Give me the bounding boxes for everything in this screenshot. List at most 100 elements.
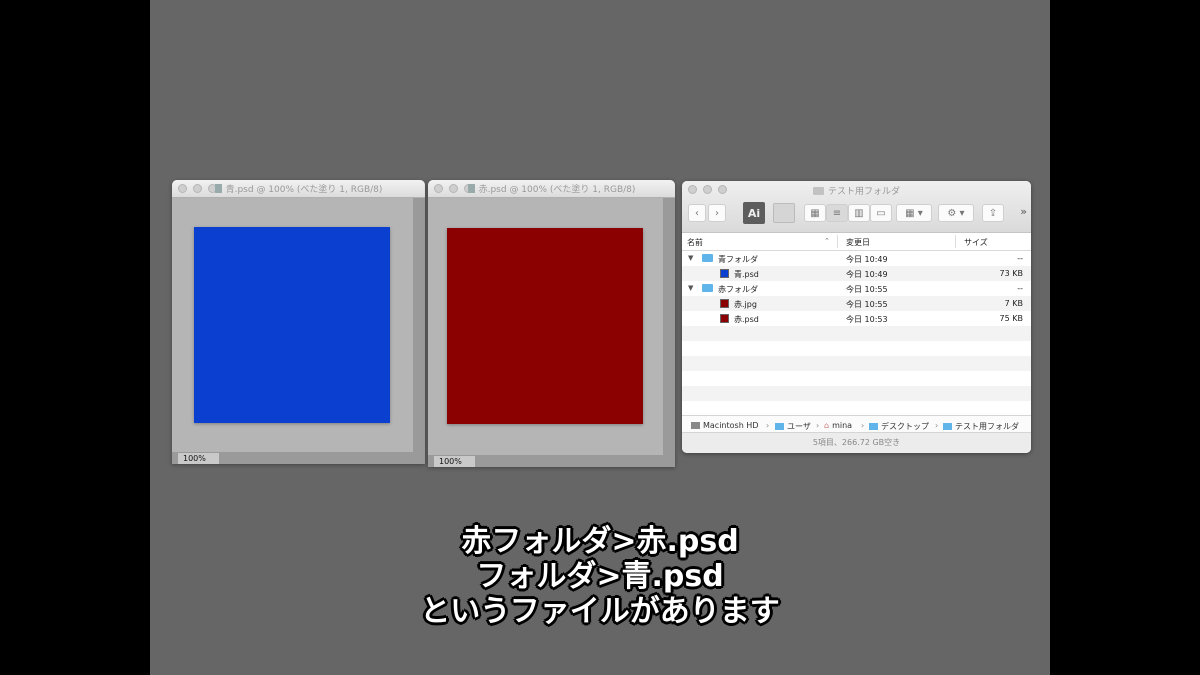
- group-button[interactable]: ▦ ▾: [896, 204, 932, 222]
- hard-drive-icon: [691, 422, 700, 429]
- document-icon: [214, 184, 222, 193]
- columns-icon: ▥: [854, 207, 864, 219]
- finder-toolbar: テスト用フォルダ ‹ › Ai ▦ ≡ ▥ ▭ ▦ ▾ ⚙ ▾ ⇪ »: [682, 181, 1031, 233]
- list-item[interactable]: 青.psd 今日 10:49 73 KB: [682, 266, 1031, 281]
- path-separator-icon: ›: [816, 421, 820, 430]
- item-size: --: [1017, 284, 1023, 293]
- list-item[interactable]: ▼ 青フォルダ 今日 10:49 --: [682, 251, 1031, 266]
- folder-icon: [943, 423, 952, 430]
- action-button[interactable]: ⚙ ▾: [938, 204, 974, 222]
- subtitle-line-3: というファイルがあります: [420, 594, 780, 629]
- folder-icon: [775, 423, 784, 430]
- item-modified: 今日 10:53: [846, 315, 888, 324]
- empty-row: [682, 326, 1031, 341]
- disclosure-triangle-icon[interactable]: ▼: [688, 254, 693, 262]
- group-icon: ▦ ▾: [905, 207, 923, 219]
- item-modified: 今日 10:49: [846, 255, 888, 264]
- list-item[interactable]: ▼ 赤フォルダ 今日 10:55 --: [682, 281, 1031, 296]
- path-segment[interactable]: ⌂ mina: [824, 421, 852, 430]
- sort-chevron-icon: ⌃: [824, 237, 830, 245]
- item-size: --: [1017, 254, 1023, 263]
- home-icon: ⌂: [824, 421, 830, 430]
- subtitle: 赤フォルダ>赤.psd フォルダ>青.psd というファイルがあります: [150, 524, 1050, 629]
- back-button[interactable]: ‹: [688, 204, 706, 222]
- path-label: デスクトップ: [881, 422, 929, 431]
- zoom-level[interactable]: 100%: [178, 453, 219, 464]
- psd-file-icon: [720, 269, 729, 278]
- path-separator-icon: ›: [935, 421, 939, 430]
- path-segment[interactable]: デスクトップ: [869, 421, 929, 432]
- item-size: 73 KB: [999, 269, 1023, 278]
- chevron-right-icon: ›: [715, 207, 719, 219]
- disclosure-triangle-icon[interactable]: ▼: [688, 284, 693, 292]
- folder-icon: [869, 423, 878, 430]
- window-title: 青.psd @ 100% (べた塗り 1, RGB/8): [225, 185, 383, 195]
- forward-button[interactable]: ›: [708, 204, 726, 222]
- psd-file-icon: [720, 314, 729, 323]
- status-bar: 5項目、266.72 GB空き: [682, 432, 1031, 453]
- item-name: 赤.psd: [734, 315, 759, 324]
- path-segment[interactable]: ユーザ: [775, 421, 811, 432]
- list-item[interactable]: 赤.jpg 今日 10:55 7 KB: [682, 296, 1031, 311]
- zoom-level[interactable]: 100%: [434, 456, 475, 467]
- list-icon: ≡: [832, 207, 842, 219]
- column-size[interactable]: サイズ: [964, 237, 988, 248]
- empty-row: [682, 371, 1031, 386]
- file-list[interactable]: ▼ 青フォルダ 今日 10:49 -- 青.psd 今日 10:49 73 KB…: [682, 251, 1031, 401]
- list-item[interactable]: 赤.psd 今日 10:53 75 KB: [682, 311, 1031, 326]
- status-bar: 100%: [428, 455, 675, 467]
- item-size: 75 KB: [999, 314, 1023, 323]
- path-label: ユーザ: [787, 422, 811, 431]
- status-bar: 100%: [172, 452, 425, 464]
- column-modified[interactable]: 変更日: [846, 237, 870, 248]
- canvas-area[interactable]: [172, 198, 413, 452]
- window-titlebar[interactable]: 青.psd @ 100% (べた塗り 1, RGB/8): [172, 180, 425, 198]
- column-header: 名前 ⌃ 変更日 サイズ: [682, 233, 1031, 251]
- grid-icon: ▦: [810, 207, 820, 219]
- gallery-icon: ▭: [876, 207, 886, 219]
- column-name[interactable]: 名前: [687, 237, 703, 248]
- share-button[interactable]: ⇪: [982, 204, 1004, 222]
- item-modified: 今日 10:49: [846, 270, 888, 279]
- path-label: mina: [832, 421, 853, 430]
- document-icon: [467, 184, 475, 193]
- path-label: テスト用フォルダ: [955, 422, 1019, 431]
- path-label: Macintosh HD: [703, 421, 759, 430]
- subtitle-line-2: フォルダ>青.psd: [476, 559, 724, 594]
- canvas-area[interactable]: [428, 198, 663, 455]
- path-segment[interactable]: Macintosh HD: [691, 421, 758, 430]
- red-canvas[interactable]: [447, 228, 643, 424]
- window-titlebar[interactable]: 赤.psd @ 100% (べた塗り 1, RGB/8): [428, 180, 675, 198]
- view-list-button[interactable]: ≡: [826, 204, 848, 222]
- blue-canvas[interactable]: [194, 227, 390, 423]
- vertical-scrollbar[interactable]: [413, 198, 425, 452]
- illustrator-app-icon[interactable]: Ai: [743, 202, 765, 224]
- empty-row: [682, 356, 1031, 371]
- vertical-scrollbar[interactable]: [663, 198, 675, 455]
- preview-app-icon[interactable]: [773, 203, 795, 223]
- photoshop-window-red[interactable]: 赤.psd @ 100% (べた塗り 1, RGB/8) 100%: [428, 180, 675, 467]
- finder-window[interactable]: テスト用フォルダ ‹ › Ai ▦ ≡ ▥ ▭ ▦ ▾ ⚙ ▾ ⇪ » 名前 ⌃…: [682, 181, 1031, 453]
- view-gallery-button[interactable]: ▭: [870, 204, 892, 222]
- item-name: 赤.jpg: [734, 300, 757, 309]
- subtitle-line-1: 赤フォルダ>赤.psd: [461, 524, 739, 559]
- window-title: 赤.psd @ 100% (べた塗り 1, RGB/8): [478, 185, 636, 195]
- path-separator-icon: ›: [861, 421, 865, 430]
- empty-row: [682, 341, 1031, 356]
- path-separator-icon: ›: [766, 421, 770, 430]
- view-icon-button[interactable]: ▦: [804, 204, 826, 222]
- path-segment[interactable]: テスト用フォルダ: [943, 421, 1019, 432]
- folder-icon: [702, 284, 713, 292]
- toolbar-overflow-button[interactable]: »: [1020, 205, 1027, 218]
- folder-icon: [702, 254, 713, 262]
- item-modified: 今日 10:55: [846, 285, 888, 294]
- item-size: 7 KB: [1004, 299, 1023, 308]
- view-columns-button[interactable]: ▥: [848, 204, 870, 222]
- empty-row: [682, 386, 1031, 401]
- item-name: 青.psd: [734, 270, 759, 279]
- window-title: テスト用フォルダ: [827, 187, 900, 197]
- share-icon: ⇪: [988, 207, 998, 219]
- item-modified: 今日 10:55: [846, 300, 888, 309]
- item-name: 青フォルダ: [718, 255, 758, 264]
- photoshop-window-blue[interactable]: 青.psd @ 100% (べた塗り 1, RGB/8) 100%: [172, 180, 425, 464]
